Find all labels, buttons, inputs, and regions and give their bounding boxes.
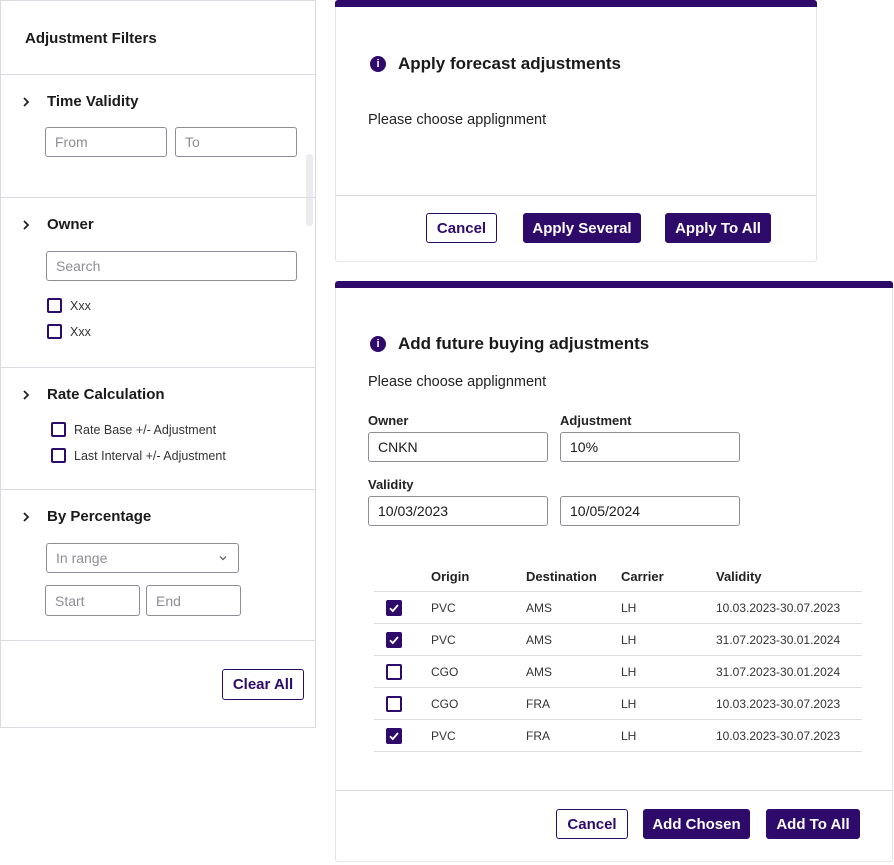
- divider: [336, 195, 816, 196]
- checkmark-icon: [389, 636, 399, 645]
- add-chosen-button[interactable]: Add Chosen: [643, 809, 750, 839]
- divider: [1, 640, 315, 641]
- percentage-end-input[interactable]: End: [146, 585, 241, 616]
- checkmark-icon: [389, 604, 399, 613]
- table-divider: [374, 719, 862, 720]
- rate-calc-checkbox[interactable]: [51, 422, 66, 437]
- cell-carrier: LH: [621, 601, 637, 615]
- modal-description: Please choose applignment: [368, 112, 547, 128]
- to-date-input[interactable]: To: [175, 127, 297, 157]
- divider: [1, 367, 315, 368]
- scrollbar-thumb[interactable]: [306, 154, 313, 226]
- cell-origin: CGO: [431, 697, 459, 711]
- cell-origin: PVC: [431, 601, 456, 615]
- cell-origin: CGO: [431, 665, 459, 679]
- adjustment-label: Adjustment: [560, 413, 632, 428]
- divider: [1, 197, 315, 198]
- cell-carrier: LH: [621, 665, 637, 679]
- cell-origin: PVC: [431, 729, 456, 743]
- owner-option-label: Xxx: [70, 325, 91, 339]
- modal-accent-bar: [335, 0, 817, 7]
- divider: [336, 790, 892, 791]
- rate-calc-option-label: Rate Base +/- Adjustment: [74, 423, 217, 437]
- info-icon: i: [370, 336, 386, 352]
- owner-option-label: Xxx: [70, 299, 91, 313]
- owner-input[interactable]: CNKN: [368, 432, 548, 462]
- row-checkbox[interactable]: [386, 600, 402, 616]
- rate-calc-option-label: Last Interval +/- Adjustment: [74, 449, 226, 463]
- cell-destination: FRA: [526, 729, 550, 743]
- validity-label: Validity: [368, 477, 414, 492]
- cell-carrier: LH: [621, 729, 637, 743]
- table-divider: [374, 655, 862, 656]
- modal-title: Apply forecast adjustments: [398, 54, 621, 73]
- percentage-range-select[interactable]: In range: [46, 543, 239, 573]
- table-divider: [374, 623, 862, 624]
- owner-search-input[interactable]: Search: [46, 251, 297, 281]
- section-title-rate-calculation[interactable]: Rate Calculation: [47, 386, 165, 403]
- section-title-time-validity[interactable]: Time Validity: [47, 93, 138, 110]
- cell-validity: 10.03.2023-30.07.2023: [716, 729, 841, 743]
- owner-checkbox[interactable]: [47, 324, 62, 339]
- validity-to-input[interactable]: 10/05/2024: [560, 496, 740, 526]
- chevron-right-icon[interactable]: [19, 388, 33, 402]
- future-buying-adjustments-modal: i Add future buying adjustments Please c…: [335, 281, 893, 862]
- cell-validity: 10.03.2023-30.07.2023: [716, 697, 841, 711]
- table-divider: [374, 591, 862, 592]
- chevron-right-icon[interactable]: [19, 218, 33, 232]
- info-icon: i: [370, 56, 386, 72]
- cancel-button[interactable]: Cancel: [426, 213, 497, 243]
- apply-several-button[interactable]: Apply Several: [523, 213, 641, 243]
- row-checkbox[interactable]: [386, 728, 402, 744]
- chevron-right-icon[interactable]: [19, 95, 33, 109]
- validity-from-input[interactable]: 10/03/2023: [368, 496, 548, 526]
- cell-carrier: LH: [621, 633, 637, 647]
- cancel-button[interactable]: Cancel: [556, 809, 628, 839]
- modal-title: Add future buying adjustments: [398, 334, 650, 353]
- row-checkbox[interactable]: [386, 664, 402, 680]
- select-value: In range: [56, 550, 108, 566]
- cell-carrier: LH: [621, 697, 637, 711]
- owner-checkbox[interactable]: [47, 298, 62, 313]
- chevron-right-icon[interactable]: [19, 510, 33, 524]
- adjustment-input[interactable]: 10%: [560, 432, 740, 462]
- cell-destination: AMS: [526, 633, 553, 647]
- checkmark-icon: [389, 732, 399, 741]
- clear-all-button[interactable]: Clear All: [222, 669, 304, 700]
- divider: [1, 489, 315, 490]
- table-divider: [374, 687, 862, 688]
- forecast-adjustments-modal: i Apply forecast adjustments Please choo…: [335, 0, 817, 262]
- cell-validity: 10.03.2023-30.07.2023: [716, 601, 841, 615]
- table-divider: [374, 751, 862, 752]
- column-header-origin: Origin: [431, 569, 470, 584]
- section-title-by-percentage[interactable]: By Percentage: [47, 508, 151, 525]
- adjustment-filters-panel: Adjustment Filters Time Validity From To…: [0, 0, 316, 728]
- owner-label: Owner: [368, 413, 409, 428]
- cell-destination: AMS: [526, 601, 553, 615]
- cell-destination: AMS: [526, 665, 553, 679]
- apply-to-all-button[interactable]: Apply To All: [665, 213, 771, 243]
- column-header-validity: Validity: [716, 569, 762, 584]
- cell-validity: 31.07.2023-30.01.2024: [716, 665, 841, 679]
- modal-accent-bar: [335, 281, 893, 288]
- percentage-start-input[interactable]: Start: [45, 585, 140, 616]
- add-to-all-button[interactable]: Add To All: [766, 809, 860, 839]
- filters-title: Adjustment Filters: [25, 30, 157, 47]
- cell-validity: 31.07.2023-30.01.2024: [716, 633, 841, 647]
- column-header-destination: Destination: [526, 569, 597, 584]
- rate-calc-checkbox[interactable]: [51, 448, 66, 463]
- cell-origin: PVC: [431, 633, 456, 647]
- from-date-input[interactable]: From: [45, 127, 167, 157]
- divider: [1, 74, 315, 75]
- row-checkbox[interactable]: [386, 696, 402, 712]
- column-header-carrier: Carrier: [621, 569, 664, 584]
- modal-description: Please choose applignment: [368, 374, 547, 390]
- section-title-owner[interactable]: Owner: [47, 216, 94, 233]
- cell-destination: FRA: [526, 697, 550, 711]
- row-checkbox[interactable]: [386, 632, 402, 648]
- chevron-down-icon: [219, 556, 227, 561]
